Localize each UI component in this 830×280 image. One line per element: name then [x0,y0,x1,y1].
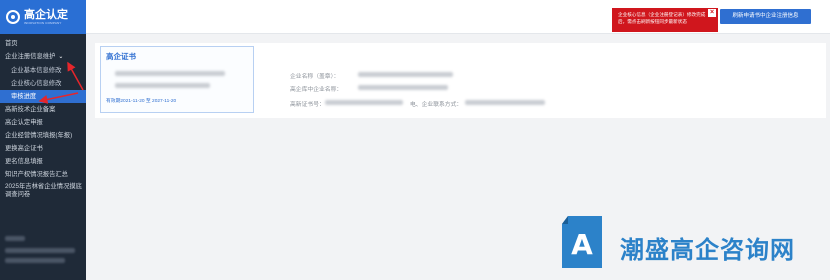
logo[interactable]: 高企认定 INNOVATION COMPANY [0,0,86,34]
sidebar-item-review-progress[interactable]: 审核进度 [0,90,86,103]
sidebar-item-core-info[interactable]: 企业核心信息修改 [0,77,86,90]
redacted-text [325,100,403,105]
watermark-text: 潮盛高企咨询网 [620,236,795,264]
watermark-glyph: A [571,228,593,261]
certificate-number-label: 高新证书号： [290,102,325,108]
logo-text: 高企认定 [24,8,68,21]
topbar [86,0,830,34]
certificate-title: 高企证书 [106,52,136,61]
sidebar-item-home[interactable]: 首页 [0,37,86,50]
redacted-text [115,71,225,76]
certificate-card[interactable]: 高企证书 有效期2021-11-20 至 2027-11-20 [100,46,254,113]
watermark-logo-icon: A [562,216,602,268]
redacted-text [358,72,453,77]
company-name-label: 企业名称（盖章）： [290,74,340,80]
sidebar-item-annual-report[interactable]: 企业经营情况填报(年报) [0,129,86,142]
sidebar: 高企认定 INNOVATION COMPANY 首页 企业注册信息维护 ⌄ 企业基… [0,0,86,280]
db-company-name-label: 高企库中企业名称： [290,87,343,93]
sidebar-redacted-line [5,248,75,253]
refresh-registration-button[interactable]: 刷新申请书中企业注册信息 [720,9,811,24]
logo-icon [6,10,20,24]
logo-subtitle: INNOVATION COMPANY [24,20,62,25]
sidebar-item-ip-summary[interactable]: 知识产权情况报告汇总 [0,168,86,181]
sidebar-item-registration[interactable]: 企业注册信息维护 ⌄ [0,50,86,64]
certificate-date-range: 有效期2021-11-20 至 2027-11-20 [106,99,177,104]
sidebar-item-basic-info[interactable]: 企业基本信息修改 [0,64,86,77]
chevron-down-icon: ⌄ [58,54,64,60]
sidebar-item-filing[interactable]: 高新技术企业备案 [0,103,86,116]
contact-label: 电、企业联系方式： [410,102,463,108]
alert-banner: 企业核心信息（企业注册登记表）修改完成后，需点击刷新按钮同步最新状态 × [612,8,718,32]
redacted-text [115,83,210,88]
sidebar-item-survey[interactable]: 2025年吉林省企业情况摸底调查问卷 [0,181,86,202]
sidebar-redacted-title [5,236,25,241]
close-icon[interactable]: × [708,9,716,17]
sidebar-nav: 首页 企业注册信息维护 ⌄ 企业基本信息修改 企业核心信息修改 审核进度 高新技术… [0,34,86,202]
sidebar-item-rename[interactable]: 更名信息填报 [0,155,86,168]
sidebar-item-application[interactable]: 高企认定申报 [0,116,86,129]
redacted-text [465,100,545,105]
alert-text: 企业核心信息（企业注册登记表）修改完成后，需点击刷新按钮同步最新状态 [618,12,706,24]
sidebar-redacted-line [5,258,65,263]
redacted-text [358,85,448,90]
sidebar-item-replace-cert[interactable]: 更换高企证书 [0,142,86,155]
sidebar-item-label: 企业注册信息维护 [5,53,56,60]
